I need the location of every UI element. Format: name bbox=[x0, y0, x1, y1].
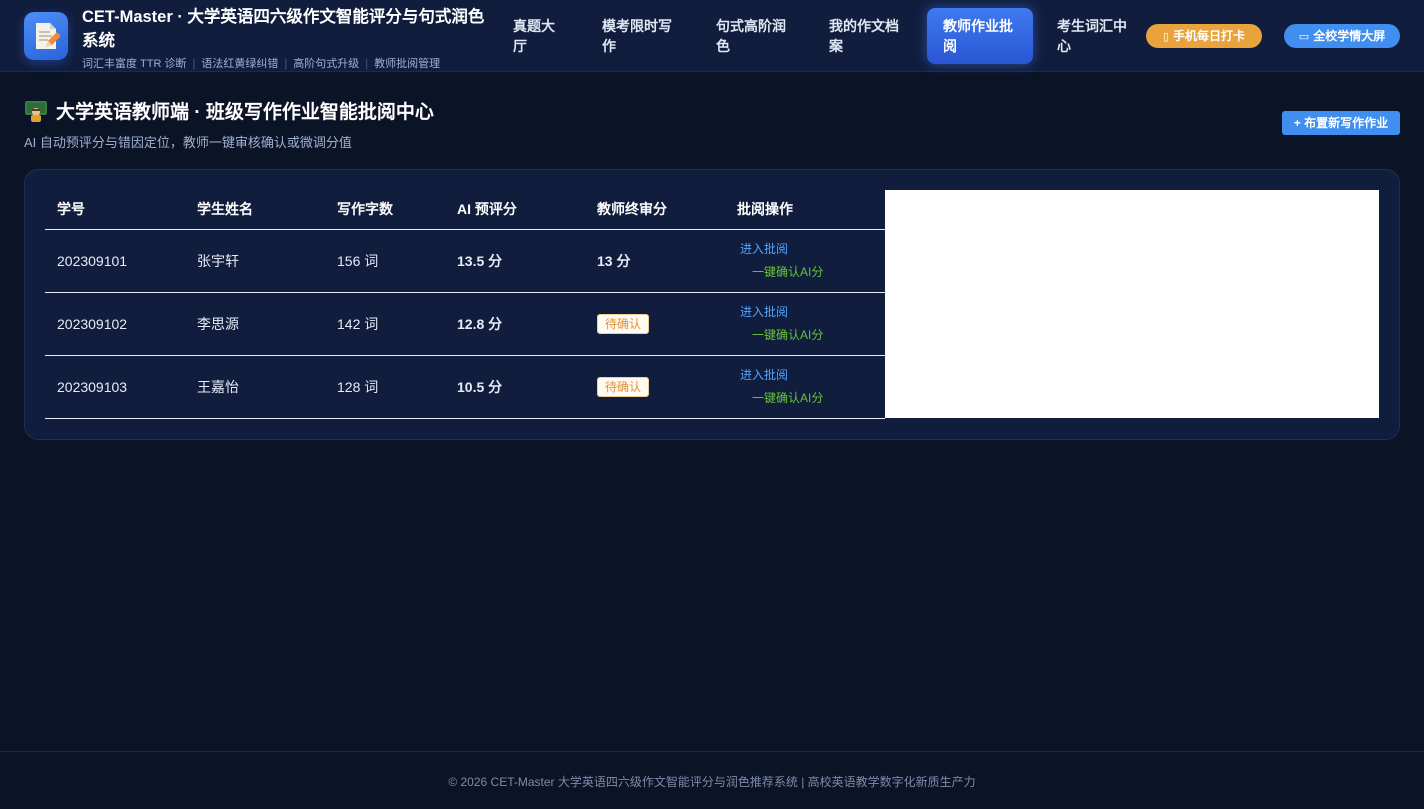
daily-checkin-button[interactable]: ▯ 手机每日打卡 bbox=[1146, 24, 1262, 48]
nav-item-teacher-review[interactable]: 教师作业批阅 bbox=[927, 8, 1033, 64]
pending-badge: 待确认 bbox=[597, 313, 650, 334]
final-score: 13 分 bbox=[585, 229, 725, 293]
school-dashboard-button[interactable]: ▭ 全校学情大屏 bbox=[1284, 24, 1400, 48]
nav-item-vocab-center[interactable]: 考生词汇中心 bbox=[1041, 8, 1145, 64]
document-pencil-icon bbox=[36, 23, 60, 49]
confirm-ai-score-link[interactable]: 一键确认AI分 bbox=[740, 264, 885, 280]
action-cell: 进入批阅 一键确认AI分 bbox=[725, 355, 885, 419]
teacher-icon bbox=[25, 101, 47, 122]
nav-item-timed-writing[interactable]: 模考限时写作 bbox=[586, 8, 690, 64]
column-header-id: 学号 bbox=[45, 190, 185, 230]
brand-tag: 词汇丰富度 TTR 诊断 bbox=[82, 58, 187, 70]
student-id: 202309103 bbox=[45, 355, 185, 419]
submission-table: 学号 学生姓名 写作字数 AI 预评分 教师终审分 批阅操作 202309101… bbox=[45, 190, 885, 419]
ai-score: 12.8 分 bbox=[445, 292, 585, 356]
phone-icon: ▯ bbox=[1162, 31, 1170, 43]
final-score-cell: 待确认 bbox=[585, 292, 725, 356]
action-cell: 进入批阅 一键确认AI分 bbox=[725, 229, 885, 293]
daily-checkin-label: 手机每日打卡 bbox=[1173, 29, 1246, 43]
nav-item-exam-hall[interactable]: 真题大厅 bbox=[497, 8, 583, 64]
word-count: 128 词 bbox=[325, 355, 445, 419]
brand-tag: 教师批阅管理 bbox=[374, 58, 441, 70]
student-name: 张宇轩 bbox=[185, 229, 325, 293]
monitor-icon: ▭ bbox=[1298, 31, 1310, 43]
ai-score: 10.5 分 bbox=[445, 355, 585, 419]
student-id: 202309102 bbox=[45, 292, 185, 356]
brand-tag: 高阶句式升级 bbox=[293, 58, 360, 70]
student-id: 202309101 bbox=[45, 229, 185, 293]
table-row: 202309101 张宇轩 156 词 13.5 分 13 分 进入批阅 一键确… bbox=[45, 229, 885, 293]
column-header-words: 写作字数 bbox=[325, 190, 445, 230]
top-header: CET-Master · 大学英语四六级作文智能评分与句式润色系统 词汇丰富度 … bbox=[0, 0, 1424, 72]
table-header-row: 学号 学生姓名 写作字数 AI 预评分 教师终审分 批阅操作 bbox=[45, 190, 885, 230]
enter-review-link[interactable]: 进入批阅 bbox=[740, 367, 885, 383]
school-dashboard-label: 全校学情大屏 bbox=[1313, 29, 1386, 43]
table-row: 202309102 李思源 142 词 12.8 分 待确认 进入批阅 一键确认… bbox=[45, 292, 885, 356]
student-name: 王嘉怡 bbox=[185, 355, 325, 419]
blank-panel bbox=[885, 190, 1379, 418]
brand-title: CET-Master · 大学英语四六级作文智能评分与句式润色系统 bbox=[82, 8, 485, 50]
ai-score: 13.5 分 bbox=[445, 229, 585, 293]
final-score-cell: 待确认 bbox=[585, 355, 725, 419]
app-logo[interactable] bbox=[24, 12, 68, 60]
brand-tags: 词汇丰富度 TTR 诊断 | 语法红黄绿纠错 | 高阶句式升级 | 教师批阅管理 bbox=[82, 58, 441, 70]
word-count: 142 词 bbox=[325, 292, 445, 356]
enter-review-link[interactable]: 进入批阅 bbox=[740, 241, 885, 257]
page-title: 大学英语教师端 · 班级写作作业智能批阅中心 bbox=[24, 100, 434, 126]
page-subtitle: AI 自动预评分与错因定位，教师一键审核确认或微调分值 bbox=[24, 135, 352, 150]
page-title-text: 大学英语教师端 · 班级写作作业智能批阅中心 bbox=[56, 102, 434, 123]
column-header-ai-score: AI 预评分 bbox=[445, 190, 585, 230]
column-header-name: 学生姓名 bbox=[185, 190, 325, 230]
action-cell: 进入批阅 一键确认AI分 bbox=[725, 292, 885, 356]
column-header-final-score: 教师终审分 bbox=[585, 190, 725, 230]
confirm-ai-score-link[interactable]: 一键确认AI分 bbox=[740, 327, 885, 343]
nav-item-sentence-polish[interactable]: 句式高阶润色 bbox=[700, 8, 804, 64]
enter-review-link[interactable]: 进入批阅 bbox=[740, 304, 885, 320]
pending-badge: 待确认 bbox=[597, 376, 650, 397]
page-footer: © 2026 CET-Master 大学英语四六级作文智能评分与润色推荐系统 |… bbox=[0, 751, 1424, 809]
column-header-actions: 批阅操作 bbox=[725, 190, 885, 230]
table-row: 202309103 王嘉怡 128 词 10.5 分 待确认 进入批阅 一键确认… bbox=[45, 355, 885, 419]
nav-item-essay-archive[interactable]: 我的作文档案 bbox=[813, 8, 917, 64]
word-count: 156 词 bbox=[325, 229, 445, 293]
student-name: 李思源 bbox=[185, 292, 325, 356]
confirm-ai-score-link[interactable]: 一键确认AI分 bbox=[740, 390, 885, 406]
new-assignment-button[interactable]: + 布置新写作作业 bbox=[1282, 111, 1400, 135]
brand-tag: 语法红黄绿纠错 bbox=[201, 58, 279, 70]
